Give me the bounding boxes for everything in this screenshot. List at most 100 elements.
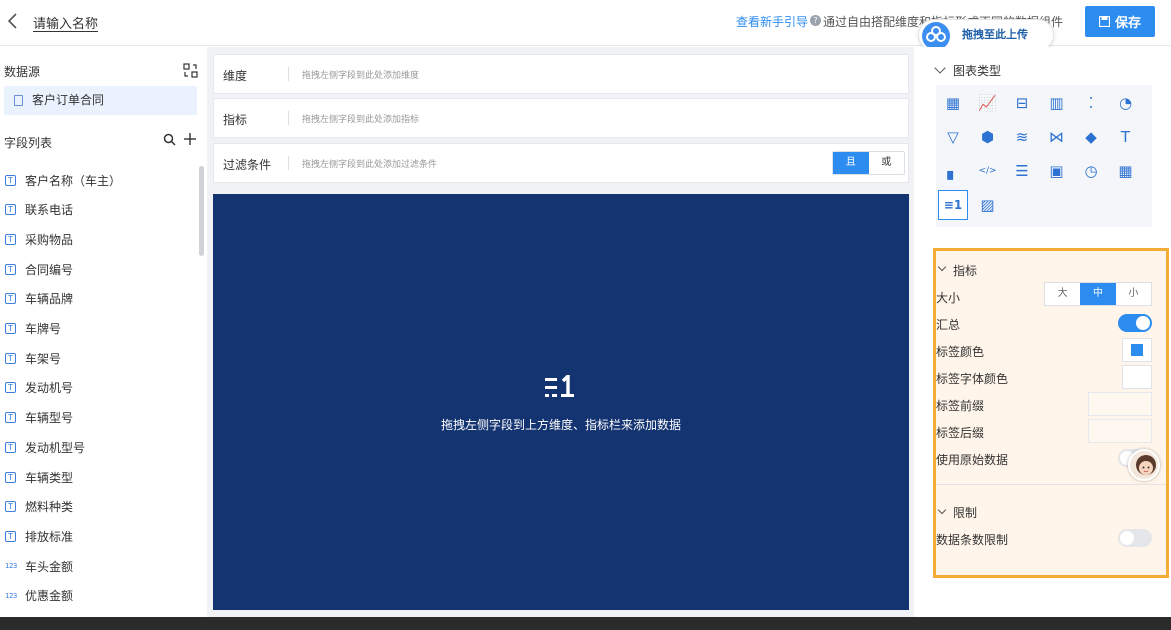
- chart-type-text-icon[interactable]: T: [1111, 122, 1141, 152]
- field-item[interactable]: 123 优惠金额: [5, 587, 73, 605]
- chart-type-grid: ▦ 📈 ⊟ ▥ ⁚ ◔ ▽ ⬢ ≋ ⋈ ◆ T ▖ </> ☰ ▣ ◷ ▦ ≡1 ▨: [936, 85, 1152, 227]
- field-item[interactable]: T 燃料种类: [5, 498, 73, 516]
- datasource-item[interactable]: 客户订单合同: [4, 86, 197, 115]
- metric-placeholder: 拖拽左侧字段到此处添加指标: [302, 115, 420, 125]
- chart-type-text-list-icon[interactable]: ☰: [1007, 156, 1037, 186]
- field-item[interactable]: T 联系电话: [5, 201, 73, 219]
- chevron-down-icon[interactable]: [937, 262, 947, 272]
- field-item[interactable]: 123 车头金额: [5, 557, 73, 575]
- field-item[interactable]: T 发动机号: [5, 379, 73, 397]
- field-item[interactable]: T 车辆类型: [5, 468, 73, 486]
- field-item-label: 优惠金额: [25, 589, 74, 604]
- dimension-placeholder: 拖拽左侧字段到此处添加维度: [302, 71, 420, 81]
- field-item-label: 采购物品: [25, 232, 74, 247]
- label-prefix-label: 标签前缀: [936, 399, 985, 413]
- row-limit-label: 数据条数限制: [936, 533, 1009, 547]
- filter-logic-toggle: 且 或: [832, 151, 905, 175]
- text-field-icon: T: [5, 501, 16, 513]
- filter-dropzone[interactable]: 过滤条件 拖拽左侧字段到此处添加过滤条件 且 或: [213, 143, 909, 183]
- chart-type-progress-icon[interactable]: ⊟: [1007, 88, 1037, 118]
- chart-type-metric-icon[interactable]: ≡1: [938, 190, 968, 220]
- chart-type-code-icon[interactable]: </>: [973, 156, 1003, 186]
- search-icon[interactable]: [163, 133, 176, 146]
- number-field-icon: 123: [5, 591, 17, 600]
- field-item[interactable]: T 合同编号: [5, 260, 73, 278]
- size-large-option[interactable]: 大: [1045, 283, 1080, 305]
- filter-placeholder: 拖拽左侧字段到此处添加过滤条件: [302, 160, 438, 170]
- field-item-label: 发动机型号: [25, 440, 86, 455]
- field-item[interactable]: T 车架号: [5, 349, 61, 367]
- chart-type-title: 图表类型: [953, 64, 1002, 78]
- filter-label: 过滤条件: [223, 158, 272, 172]
- preview-canvas: 拖拽左侧字段到上方维度、指标栏来添加数据: [213, 194, 909, 610]
- chart-type-dot-bar-icon[interactable]: ▖: [938, 156, 968, 186]
- save-button[interactable]: 保存: [1085, 6, 1155, 37]
- help-icon: ?: [810, 15, 821, 26]
- field-item[interactable]: T 采购物品: [5, 230, 73, 248]
- label-font-color-label: 标签字体颜色: [936, 372, 1009, 386]
- divider: [936, 484, 1166, 485]
- field-item[interactable]: T 发动机型号: [5, 438, 85, 456]
- size-small-option[interactable]: 小: [1116, 283, 1151, 305]
- text-field-icon: T: [5, 441, 16, 453]
- chevron-down-icon[interactable]: [934, 62, 946, 74]
- field-item-label: 联系电话: [25, 203, 74, 218]
- field-list-scrollbar[interactable]: [199, 166, 204, 256]
- chart-type-speedometer-icon[interactable]: ◷: [1076, 156, 1106, 186]
- save-label: 保存: [1114, 16, 1141, 31]
- text-field-icon: T: [5, 530, 16, 542]
- chart-type-dashboard-icon[interactable]: ▣: [1042, 156, 1072, 186]
- filter-and-button[interactable]: 且: [833, 152, 869, 174]
- chart-type-pie-icon[interactable]: ◔: [1111, 88, 1141, 118]
- row-limit-toggle[interactable]: [1118, 529, 1152, 547]
- field-item-label: 发动机号: [25, 381, 74, 396]
- metric-chart-icon: [545, 375, 574, 397]
- chart-type-funnel-icon[interactable]: ▽: [938, 122, 968, 152]
- label-font-color-picker[interactable]: [1122, 365, 1152, 389]
- field-item[interactable]: T 车牌号: [5, 320, 61, 338]
- editor-area: 维度 拖拽左侧字段到此处添加维度 指标 拖拽左侧字段到此处添加指标 过滤条件 拖…: [207, 47, 914, 617]
- text-field-icon: T: [5, 471, 16, 483]
- chart-type-grid-icon[interactable]: ▦: [1111, 156, 1141, 186]
- text-field-icon: T: [5, 233, 16, 245]
- metric-dropzone[interactable]: 指标 拖拽左侧字段到此处添加指标: [213, 98, 909, 138]
- text-field-icon: T: [5, 293, 16, 305]
- switch-datasource-icon[interactable]: [183, 63, 198, 78]
- upload-label: 拖拽至此上传: [962, 28, 1028, 41]
- add-field-icon[interactable]: [183, 132, 197, 146]
- divider: [288, 111, 289, 125]
- field-item-label: 车牌号: [25, 322, 62, 336]
- field-item[interactable]: T 客户名称（车主）: [5, 171, 121, 189]
- filter-or-button[interactable]: 或: [869, 152, 905, 174]
- chart-type-map-icon[interactable]: ◆: [1076, 122, 1106, 152]
- component-name-input[interactable]: 请输入名称: [33, 13, 98, 32]
- chart-type-bar-icon[interactable]: ▥: [1042, 88, 1072, 118]
- chart-type-image-icon[interactable]: ▨: [973, 190, 1003, 220]
- field-item[interactable]: T 车辆品牌: [5, 290, 73, 308]
- canvas-empty-message: 拖拽左侧字段到上方维度、指标栏来添加数据: [440, 418, 681, 432]
- field-item[interactable]: T 车辆型号: [5, 409, 73, 427]
- label-suffix-input[interactable]: [1088, 419, 1152, 443]
- chart-type-table-icon[interactable]: ▦: [938, 88, 968, 118]
- size-medium-option[interactable]: 中: [1080, 283, 1116, 305]
- dimension-dropzone[interactable]: 维度 拖拽左侧字段到此处添加维度: [213, 54, 909, 94]
- back-arrow-icon[interactable]: [6, 11, 20, 31]
- left-panel: 数据源 客户订单合同 字段列表 T 客户名称（车主） T 联系电话 T 采购物品 T 合同编号…: [0, 47, 207, 617]
- assistant-avatar[interactable]: [1128, 449, 1160, 481]
- metric-label: 指标: [223, 113, 248, 127]
- summary-toggle[interactable]: [1118, 314, 1152, 332]
- save-icon: [1098, 16, 1110, 27]
- chart-type-stripe-icon[interactable]: ≋: [1007, 122, 1037, 152]
- label-prefix-input[interactable]: [1088, 392, 1152, 416]
- chart-type-scatter-icon[interactable]: ⁚: [1076, 88, 1106, 118]
- field-item[interactable]: T 排放标准: [5, 527, 73, 545]
- label-color-picker[interactable]: [1122, 338, 1152, 362]
- limit-section-title: 限制: [953, 506, 978, 520]
- datasource-item-label: 客户订单合同: [32, 93, 105, 107]
- chart-type-gauge-hex-icon[interactable]: ⬢: [973, 122, 1003, 152]
- datasource-title: 数据源: [4, 65, 41, 79]
- chart-type-sankey-icon[interactable]: ⋈: [1042, 122, 1072, 152]
- chevron-down-icon[interactable]: [937, 505, 947, 515]
- guide-link[interactable]: 查看新手引导: [736, 13, 808, 30]
- chart-type-line-icon[interactable]: 📈: [973, 88, 1003, 118]
